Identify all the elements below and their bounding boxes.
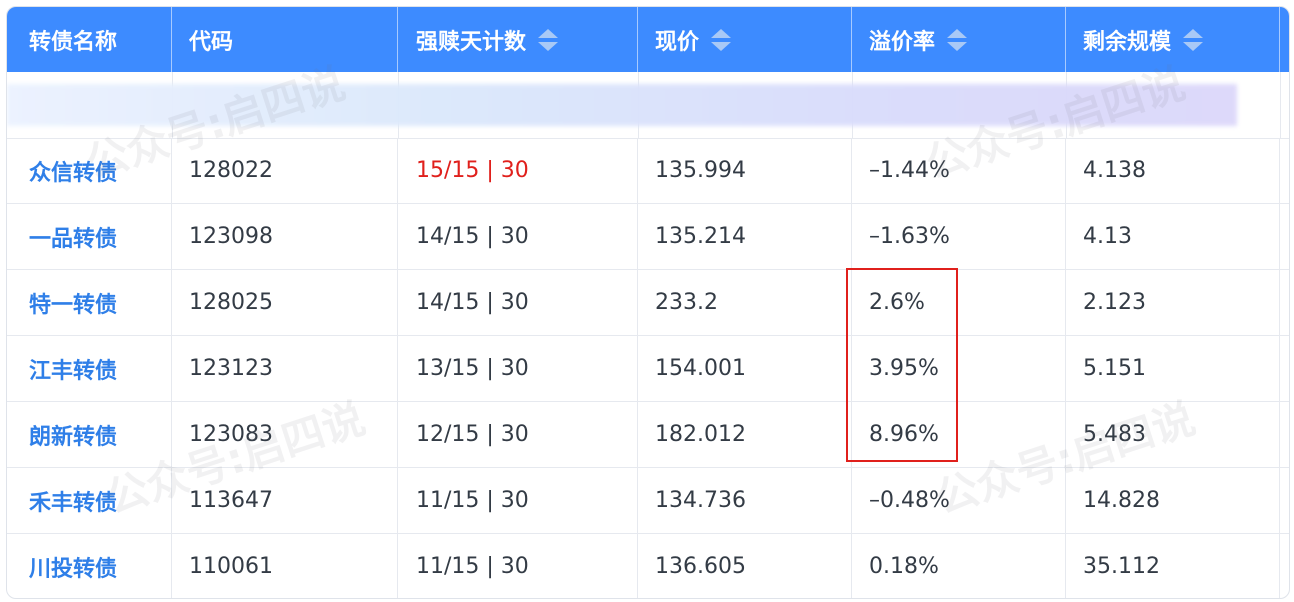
- header-bond-name: 转债名称: [7, 7, 172, 72]
- premium-rate: –1.63%: [852, 204, 1066, 269]
- bond-code: 128022: [172, 138, 398, 203]
- bond-name-link[interactable]: 特一转债: [7, 270, 172, 335]
- price: 135.214: [638, 204, 852, 269]
- header-label: 现价: [655, 29, 700, 55]
- header-label: 剩余规模: [1083, 29, 1172, 55]
- remaining-scale: 5.151: [1066, 336, 1280, 401]
- bond-code: 123123: [172, 336, 398, 401]
- bond-code: 110061: [172, 534, 398, 598]
- redeem-count: 15/15 | 30: [398, 138, 638, 203]
- header-label: 代码: [189, 29, 234, 55]
- bond-code: 123098: [172, 204, 398, 269]
- table-row[interactable]: 特一转债 128025 14/15 | 30 233.2 2.6% 2.123: [7, 270, 1289, 336]
- premium-rate: 8.96%: [852, 402, 1066, 467]
- remaining-scale: 35.112: [1066, 534, 1280, 598]
- table-header: 转债名称 代码 强赎天计数 现价 溢价率 剩余规模: [7, 7, 1289, 72]
- table-body: 众信转债 128022 15/15 | 30 135.994 –1.44% 4.138 一品…: [7, 138, 1289, 598]
- table-row[interactable]: 一品转债 123098 14/15 | 30 135.214 –1.63% 4.13: [7, 204, 1289, 270]
- blurred-overlay: [7, 84, 1237, 126]
- bond-name-link[interactable]: 朗新转债: [7, 402, 172, 467]
- price: 135.994: [638, 138, 852, 203]
- bond-table-panel: 转债名称 代码 强赎天计数 现价 溢价率 剩余规模 众信转债 128022 15/: [6, 6, 1290, 599]
- remaining-scale: 5.483: [1066, 402, 1280, 467]
- header-remaining-scale[interactable]: 剩余规模: [1066, 7, 1280, 72]
- sort-icon[interactable]: [711, 28, 732, 52]
- sort-icon[interactable]: [947, 28, 968, 52]
- bond-name-link[interactable]: 众信转债: [7, 138, 172, 203]
- premium-rate: 0.18%: [852, 534, 1066, 598]
- bond-code: 113647: [172, 468, 398, 533]
- price: 182.012: [638, 402, 852, 467]
- table-row[interactable]: 禾丰转债 113647 11/15 | 30 134.736 –0.48% 14.828: [7, 468, 1289, 534]
- redeem-count: 11/15 | 30: [398, 534, 638, 598]
- remaining-scale: 4.13: [1066, 204, 1280, 269]
- header-premium-rate[interactable]: 溢价率: [852, 7, 1066, 72]
- header-price[interactable]: 现价: [638, 7, 852, 72]
- redeem-count: 12/15 | 30: [398, 402, 638, 467]
- header-redeem-count[interactable]: 强赎天计数: [398, 7, 638, 72]
- bond-name-link[interactable]: 禾丰转债: [7, 468, 172, 533]
- bond-code: 123083: [172, 402, 398, 467]
- remaining-scale: 14.828: [1066, 468, 1280, 533]
- header-code: 代码: [172, 7, 398, 72]
- header-label: 强赎天计数: [416, 29, 527, 55]
- redeem-count: 14/15 | 30: [398, 204, 638, 269]
- bond-name-link[interactable]: 川投转债: [7, 534, 172, 598]
- sort-icon[interactable]: [538, 28, 559, 52]
- premium-rate: –0.48%: [852, 468, 1066, 533]
- premium-rate: 2.6%: [852, 270, 1066, 335]
- bond-code: 128025: [172, 270, 398, 335]
- bond-name-link[interactable]: 江丰转债: [7, 336, 172, 401]
- table-row[interactable]: 川投转债 110061 11/15 | 30 136.605 0.18% 35.112: [7, 534, 1289, 598]
- redeem-count: 14/15 | 30: [398, 270, 638, 335]
- table-row[interactable]: 朗新转债 123083 12/15 | 30 182.012 8.96% 5.483: [7, 402, 1289, 468]
- sort-icon[interactable]: [1183, 28, 1204, 52]
- price: 233.2: [638, 270, 852, 335]
- price: 134.736: [638, 468, 852, 533]
- bond-name-link[interactable]: 一品转债: [7, 204, 172, 269]
- price: 154.001: [638, 336, 852, 401]
- premium-rate: 3.95%: [852, 336, 1066, 401]
- redacted-row: [7, 72, 1289, 139]
- redeem-count: 11/15 | 30: [398, 468, 638, 533]
- premium-rate: –1.44%: [852, 138, 1066, 203]
- header-label: 转债名称: [29, 29, 118, 55]
- table-row[interactable]: 众信转债 128022 15/15 | 30 135.994 –1.44% 4.138: [7, 138, 1289, 204]
- price: 136.605: [638, 534, 852, 598]
- header-label: 溢价率: [869, 29, 936, 55]
- remaining-scale: 2.123: [1066, 270, 1280, 335]
- redeem-count: 13/15 | 30: [398, 336, 638, 401]
- table-row[interactable]: 江丰转债 123123 13/15 | 30 154.001 3.95% 5.151: [7, 336, 1289, 402]
- remaining-scale: 4.138: [1066, 138, 1280, 203]
